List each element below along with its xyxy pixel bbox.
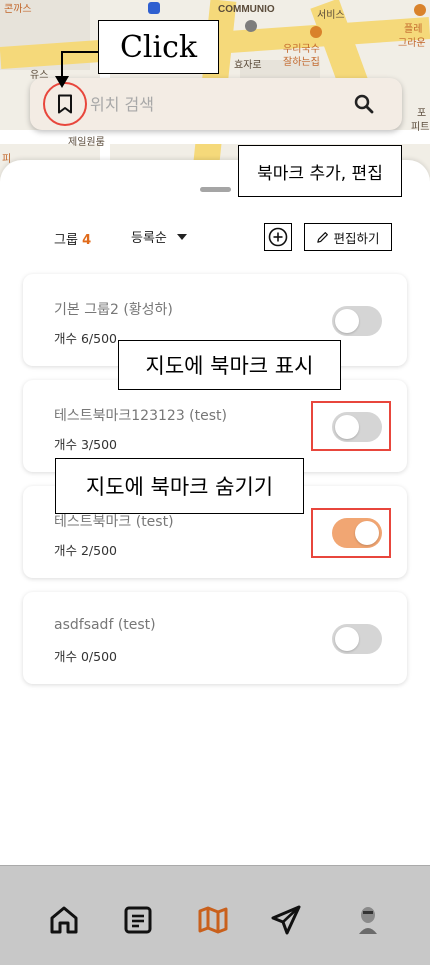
group-title: 테스트북마크123123 (test) — [54, 408, 227, 424]
map-label: COMMUNIO — [218, 4, 275, 15]
group-count: 4 — [82, 233, 92, 248]
profile-avatar — [359, 907, 377, 934]
map-label: 잘하는집 — [283, 57, 320, 68]
search-input[interactable] — [90, 92, 330, 116]
map-label: 피트 — [411, 122, 430, 133]
home-icon — [50, 906, 78, 934]
visibility-toggle[interactable] — [332, 412, 382, 442]
search-icon[interactable] — [352, 92, 376, 116]
sheet-drag-handle[interactable] — [200, 187, 231, 192]
annotation-bookmark-edit: 북마크 추가, 편집 — [238, 145, 402, 197]
group-title: 기본 그룹2 (황성하) — [54, 302, 173, 318]
map-label: 서비스 — [317, 10, 345, 21]
caret-down-icon — [176, 233, 187, 240]
add-group-button[interactable] — [264, 223, 292, 251]
group-bookmark-count: 개수 2/500 — [54, 543, 117, 558]
bottom-nav — [0, 865, 430, 965]
toggle-knob — [335, 415, 359, 439]
edit-button[interactable]: 편집하기 — [304, 223, 392, 251]
nav-send[interactable] — [268, 902, 304, 938]
pencil-icon — [317, 231, 329, 243]
cafe-icon — [414, 4, 426, 16]
visibility-toggle[interactable] — [332, 518, 382, 548]
nav-home[interactable] — [46, 902, 82, 938]
toggle-knob — [335, 309, 359, 333]
visibility-toggle[interactable] — [332, 624, 382, 654]
map-label: 제일원룸 — [68, 137, 105, 148]
map-label: 그라운 — [398, 38, 426, 49]
nav-board[interactable] — [120, 902, 156, 938]
group-list-header: 그룹 4 등록순 편집하기 — [0, 220, 430, 254]
group-title: asdfsadf (test) — [54, 617, 156, 633]
group-bookmark-count: 개수 6/500 — [54, 331, 117, 346]
annotation-click: Click — [98, 20, 219, 74]
sort-label: 등록순 — [131, 231, 167, 246]
map-road — [0, 130, 430, 144]
group-card[interactable]: asdfsadf (test) 개수 0/500 — [23, 592, 407, 684]
group-count-label: 그룹 4 — [54, 229, 91, 248]
map-label: 포 — [417, 108, 427, 119]
plus-circle-icon — [268, 227, 288, 247]
building-icon — [245, 20, 257, 32]
group-label-text: 그룹 — [54, 233, 78, 248]
nav-map[interactable] — [195, 902, 231, 938]
group-title: 테스트북마크 (test) — [54, 514, 174, 530]
map-label: 플레 — [404, 24, 423, 35]
map-label: 콘까스 — [4, 4, 32, 15]
visibility-toggle[interactable] — [332, 306, 382, 336]
map-icon — [198, 906, 228, 934]
group-bookmark-count: 개수 3/500 — [54, 437, 117, 452]
bus-stop-icon — [148, 2, 160, 14]
send-icon — [271, 905, 301, 935]
map-label: 효자로 — [234, 60, 262, 71]
toggle-knob — [355, 521, 379, 545]
group-bookmark-count: 개수 0/500 — [54, 649, 117, 664]
annotation-show-on-map: 지도에 북마크 표시 — [118, 340, 341, 390]
board-icon — [124, 906, 152, 934]
nav-profile[interactable] — [350, 902, 386, 938]
restaurant-icon — [310, 26, 322, 38]
sort-dropdown[interactable]: 등록순 — [131, 227, 187, 246]
toggle-knob — [335, 627, 359, 651]
annotation-hide-on-map: 지도에 북마크 숨기기 — [55, 458, 304, 514]
edit-label: 편집하기 — [333, 230, 380, 246]
